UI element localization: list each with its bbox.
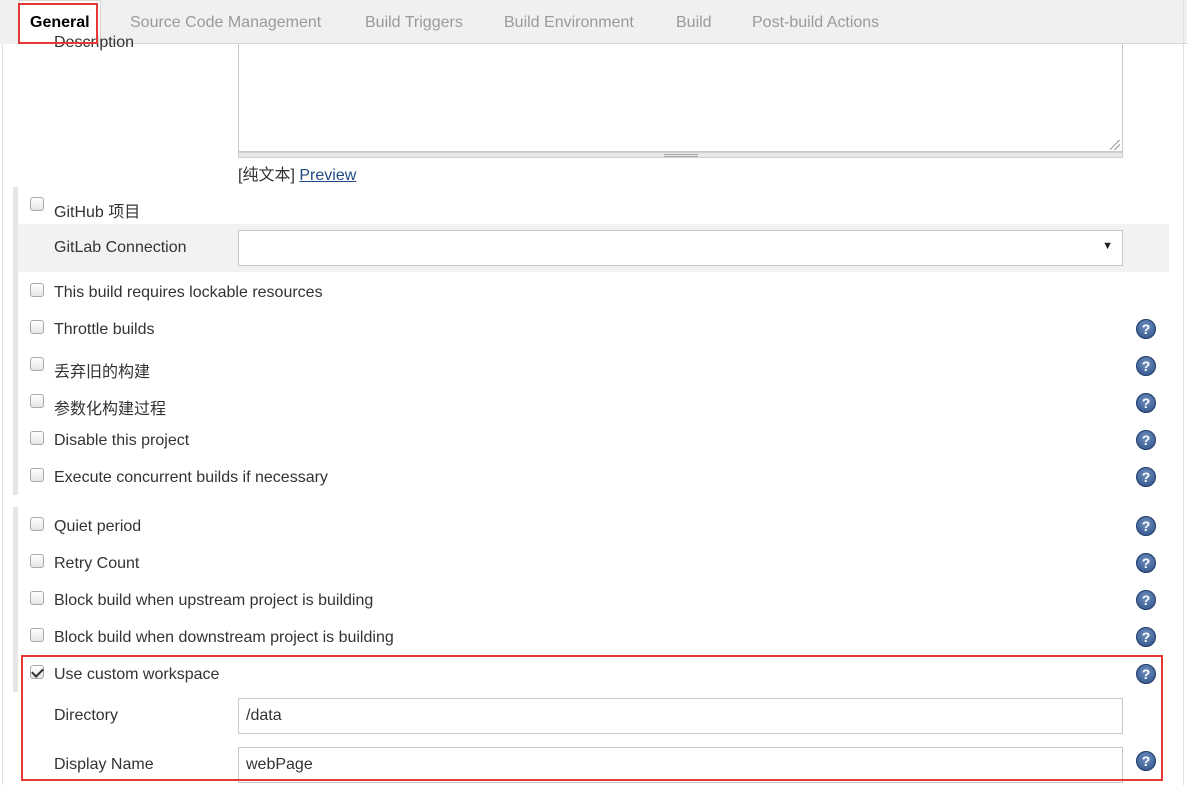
tab-build-triggers[interactable]: Build Triggers <box>365 0 463 44</box>
help-icon[interactable]: ? <box>1136 664 1156 684</box>
quiet-period-label: Quiet period <box>54 518 142 535</box>
description-textarea[interactable] <box>238 44 1123 152</box>
display-name-label: Display Name <box>54 756 154 773</box>
gitlab-connection-label: GitLab Connection <box>54 239 187 256</box>
help-icon[interactable]: ? <box>1136 356 1156 376</box>
help-icon[interactable]: ? <box>1136 553 1156 573</box>
help-icon[interactable]: ? <box>1136 319 1156 339</box>
format-label: [纯文本] <box>238 167 295 184</box>
description-format-line: [纯文本] Preview <box>238 161 356 185</box>
right-border <box>1183 0 1184 785</box>
lockable-resources-label: This build requires lockable resources <box>54 284 323 301</box>
parameterized-build-label: 参数化构建过程 <box>54 401 167 418</box>
directory-input[interactable] <box>238 698 1123 734</box>
gitlab-connection-select[interactable]: ▼ <box>238 230 1123 266</box>
tab-source-code-management[interactable]: Source Code Management <box>130 0 321 44</box>
resize-grip-icon[interactable] <box>1110 140 1120 150</box>
block-downstream-checkbox[interactable] <box>30 628 44 642</box>
concurrent-builds-label: Execute concurrent builds if necessary <box>54 469 328 486</box>
discard-old-builds-label: 丢弃旧的构建 <box>54 364 151 381</box>
drag-handle-icon <box>664 154 698 157</box>
help-icon[interactable]: ? <box>1136 516 1156 536</box>
throttle-builds-checkbox[interactable] <box>30 320 44 334</box>
lockable-resources-checkbox[interactable] <box>30 283 44 297</box>
help-icon[interactable]: ? <box>1136 393 1156 413</box>
tab-post-build-actions[interactable]: Post-build Actions <box>752 0 879 44</box>
help-icon[interactable]: ? <box>1136 627 1156 647</box>
directory-label: Directory <box>54 707 119 724</box>
left-border <box>2 44 3 785</box>
retry-count-label: Retry Count <box>54 555 140 572</box>
dropdown-arrow-icon: ▼ <box>1102 240 1113 252</box>
description-label: Description <box>54 34 135 51</box>
description-resize-bar[interactable] <box>238 152 1123 158</box>
github-project-label: GitHub 项目 <box>54 204 141 221</box>
parameterized-build-checkbox[interactable] <box>30 394 44 408</box>
help-icon[interactable]: ? <box>1136 751 1156 771</box>
github-project-checkbox[interactable] <box>30 197 44 211</box>
block-upstream-checkbox[interactable] <box>30 591 44 605</box>
tab-bar: General Source Code Management Build Tri… <box>0 0 1187 45</box>
disable-project-label: Disable this project <box>54 432 190 449</box>
custom-workspace-label: Use custom workspace <box>54 666 220 683</box>
concurrent-builds-checkbox[interactable] <box>30 468 44 482</box>
help-icon[interactable]: ? <box>1136 430 1156 450</box>
retry-count-checkbox[interactable] <box>30 554 44 568</box>
block-upstream-label: Block build when upstream project is bui… <box>54 592 374 609</box>
throttle-builds-label: Throttle builds <box>54 321 155 338</box>
preview-link[interactable]: Preview <box>299 167 356 184</box>
help-icon[interactable]: ? <box>1136 590 1156 610</box>
tab-build-environment[interactable]: Build Environment <box>504 0 634 44</box>
tab-build[interactable]: Build <box>676 0 712 44</box>
disable-project-checkbox[interactable] <box>30 431 44 445</box>
discard-old-builds-checkbox[interactable] <box>30 357 44 371</box>
quiet-period-checkbox[interactable] <box>30 517 44 531</box>
block-downstream-label: Block build when downstream project is b… <box>54 629 394 646</box>
help-icon[interactable]: ? <box>1136 467 1156 487</box>
section-bar-advanced <box>13 507 18 692</box>
custom-workspace-checkbox[interactable] <box>30 665 44 679</box>
display-name-input[interactable] <box>238 747 1123 783</box>
